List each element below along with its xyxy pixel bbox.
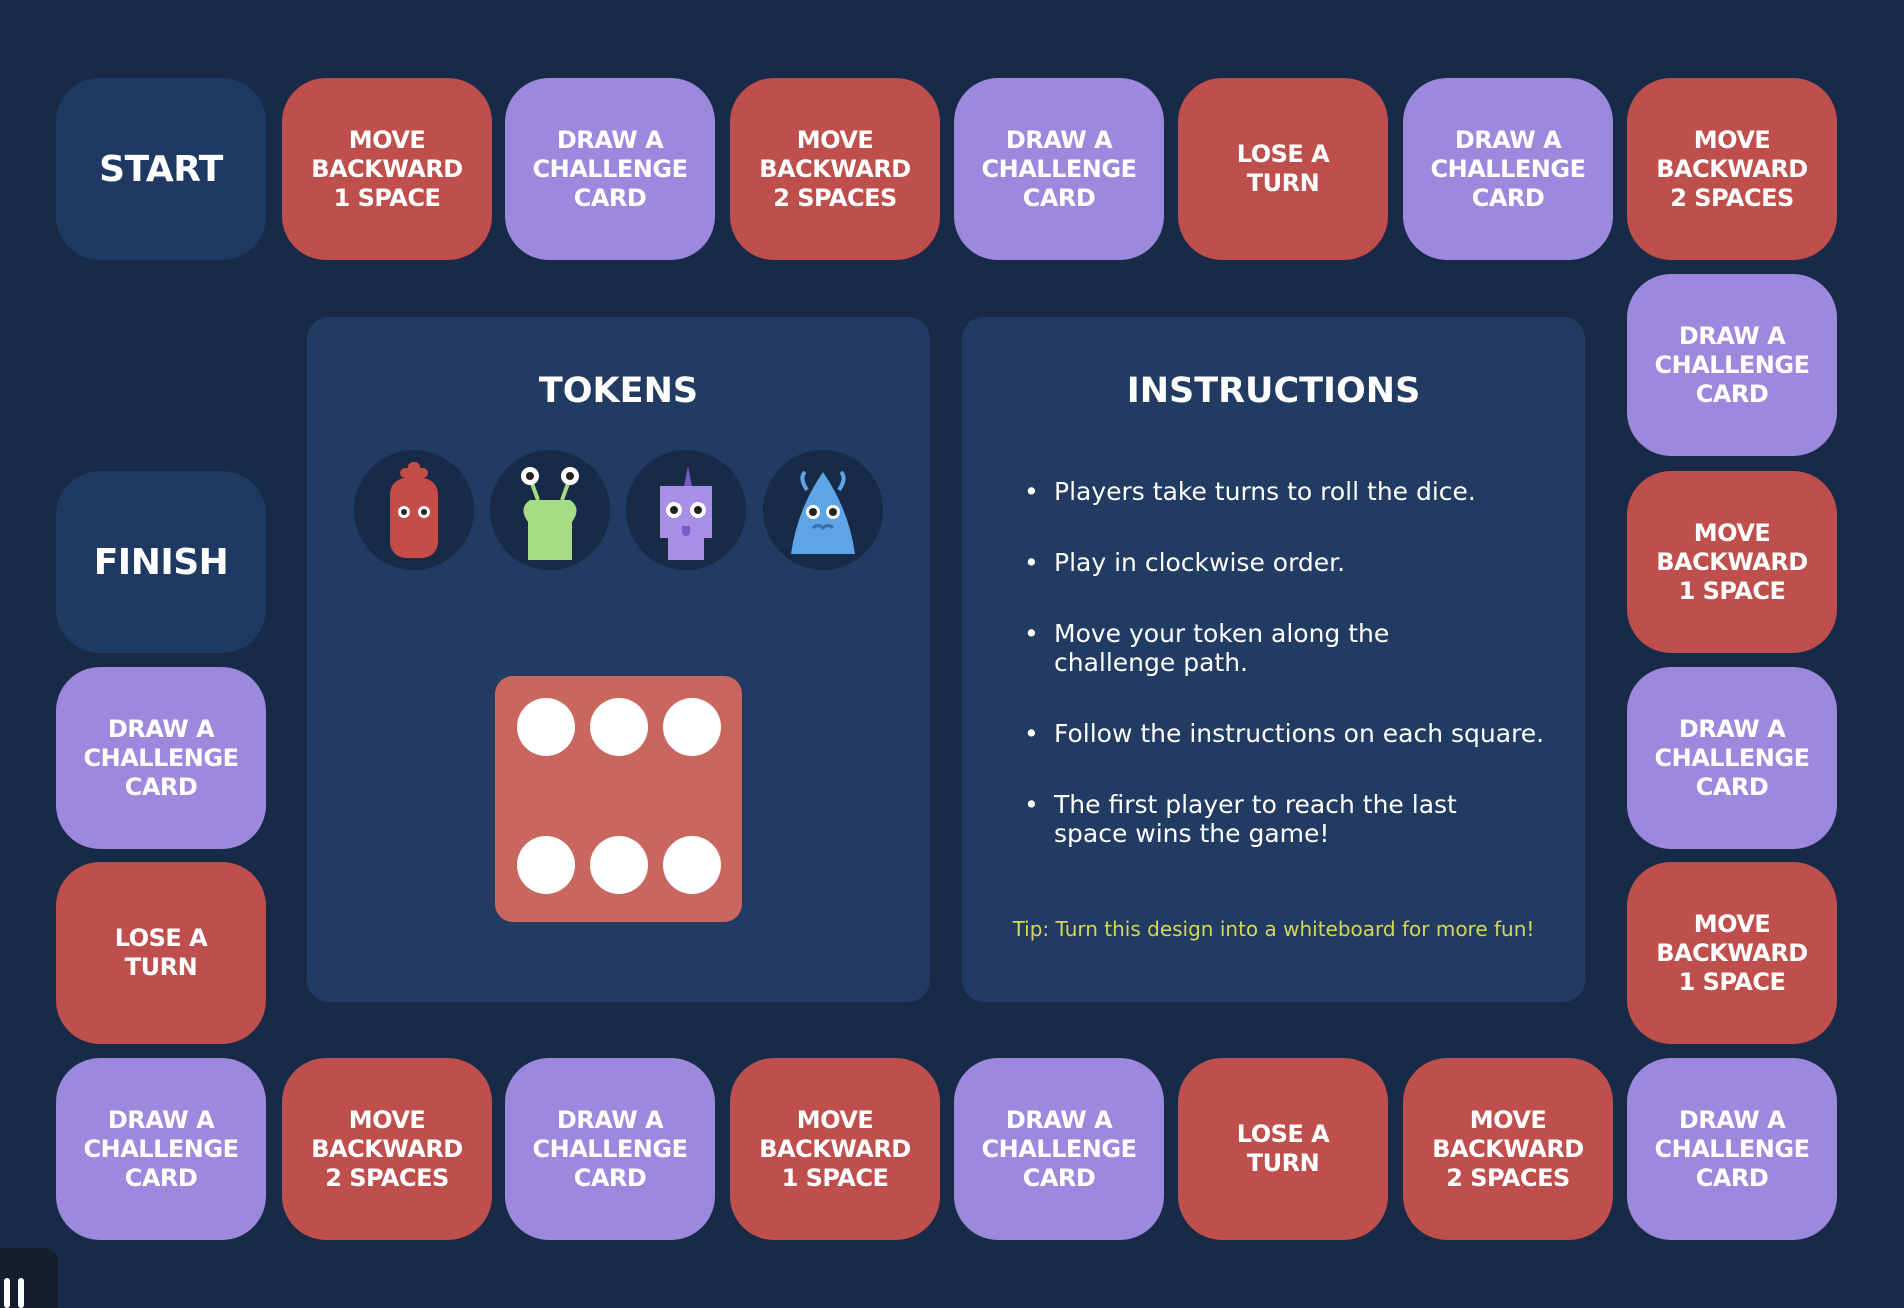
tile-move-backward-2-spaces: MOVE BACKWARD 2 SPACES xyxy=(730,78,940,260)
instructions-panel: INSTRUCTIONS Players take turns to roll … xyxy=(962,317,1585,1002)
tile-finish: FINISH xyxy=(56,471,266,653)
red-monster-token[interactable] xyxy=(354,450,474,570)
instruction-item: Follow the instructions on each square. xyxy=(1016,719,1556,748)
tile-lose-a-turn: LOSE A TURN xyxy=(1178,78,1388,260)
instructions-title: INSTRUCTIONS xyxy=(1126,371,1421,411)
tile-draw-a-challenge-card: DRAW A CHALLENGE CARD xyxy=(954,1058,1164,1240)
tile-draw-a-challenge-card: DRAW A CHALLENGE CARD xyxy=(954,78,1164,260)
instruction-item: The first player to reach the last space… xyxy=(1016,790,1514,848)
instruction-item: Players take turns to roll the dice. xyxy=(1016,477,1556,506)
instructions-list: Players take turns to roll the dice. Pla… xyxy=(1016,477,1556,848)
purple-monster-token[interactable] xyxy=(626,450,746,570)
tile-move-backward-2-spaces: MOVE BACKWARD 2 SPACES xyxy=(282,1058,492,1240)
blue-monster-icon xyxy=(791,470,855,554)
dice-pip xyxy=(590,698,648,756)
dice[interactable] xyxy=(495,676,742,922)
tile-move-backward-1-space: MOVE BACKWARD 1 SPACE xyxy=(1627,471,1837,653)
red-monster-icon xyxy=(390,462,438,558)
playback-widget[interactable] xyxy=(0,1248,58,1308)
green-monster-icon xyxy=(521,467,579,560)
tile-move-backward-1-space: MOVE BACKWARD 1 SPACE xyxy=(730,1058,940,1240)
pause-icon xyxy=(18,1278,24,1308)
tile-draw-a-challenge-card: DRAW A CHALLENGE CARD xyxy=(1627,1058,1837,1240)
tile-draw-a-challenge-card: DRAW A CHALLENGE CARD xyxy=(1403,78,1613,260)
tile-move-backward-1-space: MOVE BACKWARD 1 SPACE xyxy=(1627,862,1837,1044)
tile-move-backward-2-spaces: MOVE BACKWARD 2 SPACES xyxy=(1627,78,1837,260)
tile-move-backward-1-space: MOVE BACKWARD 1 SPACE xyxy=(282,78,492,260)
instruction-item: Play in clockwise order. xyxy=(1016,548,1556,577)
tile-draw-a-challenge-card: DRAW A CHALLENGE CARD xyxy=(505,1058,715,1240)
instruction-item: Move your token along the challenge path… xyxy=(1016,619,1514,677)
tile-draw-a-challenge-card: DRAW A CHALLENGE CARD xyxy=(1627,667,1837,849)
tokens-title: TOKENS xyxy=(538,371,699,411)
tile-draw-a-challenge-card: DRAW A CHALLENGE CARD xyxy=(1627,274,1837,456)
tile-draw-a-challenge-card: DRAW A CHALLENGE CARD xyxy=(505,78,715,260)
tile-lose-a-turn: LOSE A TURN xyxy=(56,862,266,1044)
dice-pip xyxy=(517,836,575,894)
tile-start: START xyxy=(56,78,266,260)
green-monster-token[interactable] xyxy=(490,450,610,570)
tile-move-backward-2-spaces: MOVE BACKWARD 2 SPACES xyxy=(1403,1058,1613,1240)
tile-draw-a-challenge-card: DRAW A CHALLENGE CARD xyxy=(56,1058,266,1240)
purple-monster-icon xyxy=(660,466,712,560)
blue-monster-token[interactable] xyxy=(763,450,883,570)
tile-draw-a-challenge-card: DRAW A CHALLENGE CARD xyxy=(56,667,266,849)
dice-pip xyxy=(663,836,721,894)
dice-pip xyxy=(663,698,721,756)
tip-text: Tip: Turn this design into a whiteboard … xyxy=(1012,917,1535,941)
tile-lose-a-turn: LOSE A TURN xyxy=(1178,1058,1388,1240)
dice-pip xyxy=(590,836,648,894)
dice-pip xyxy=(517,698,575,756)
pause-icon xyxy=(4,1278,10,1308)
